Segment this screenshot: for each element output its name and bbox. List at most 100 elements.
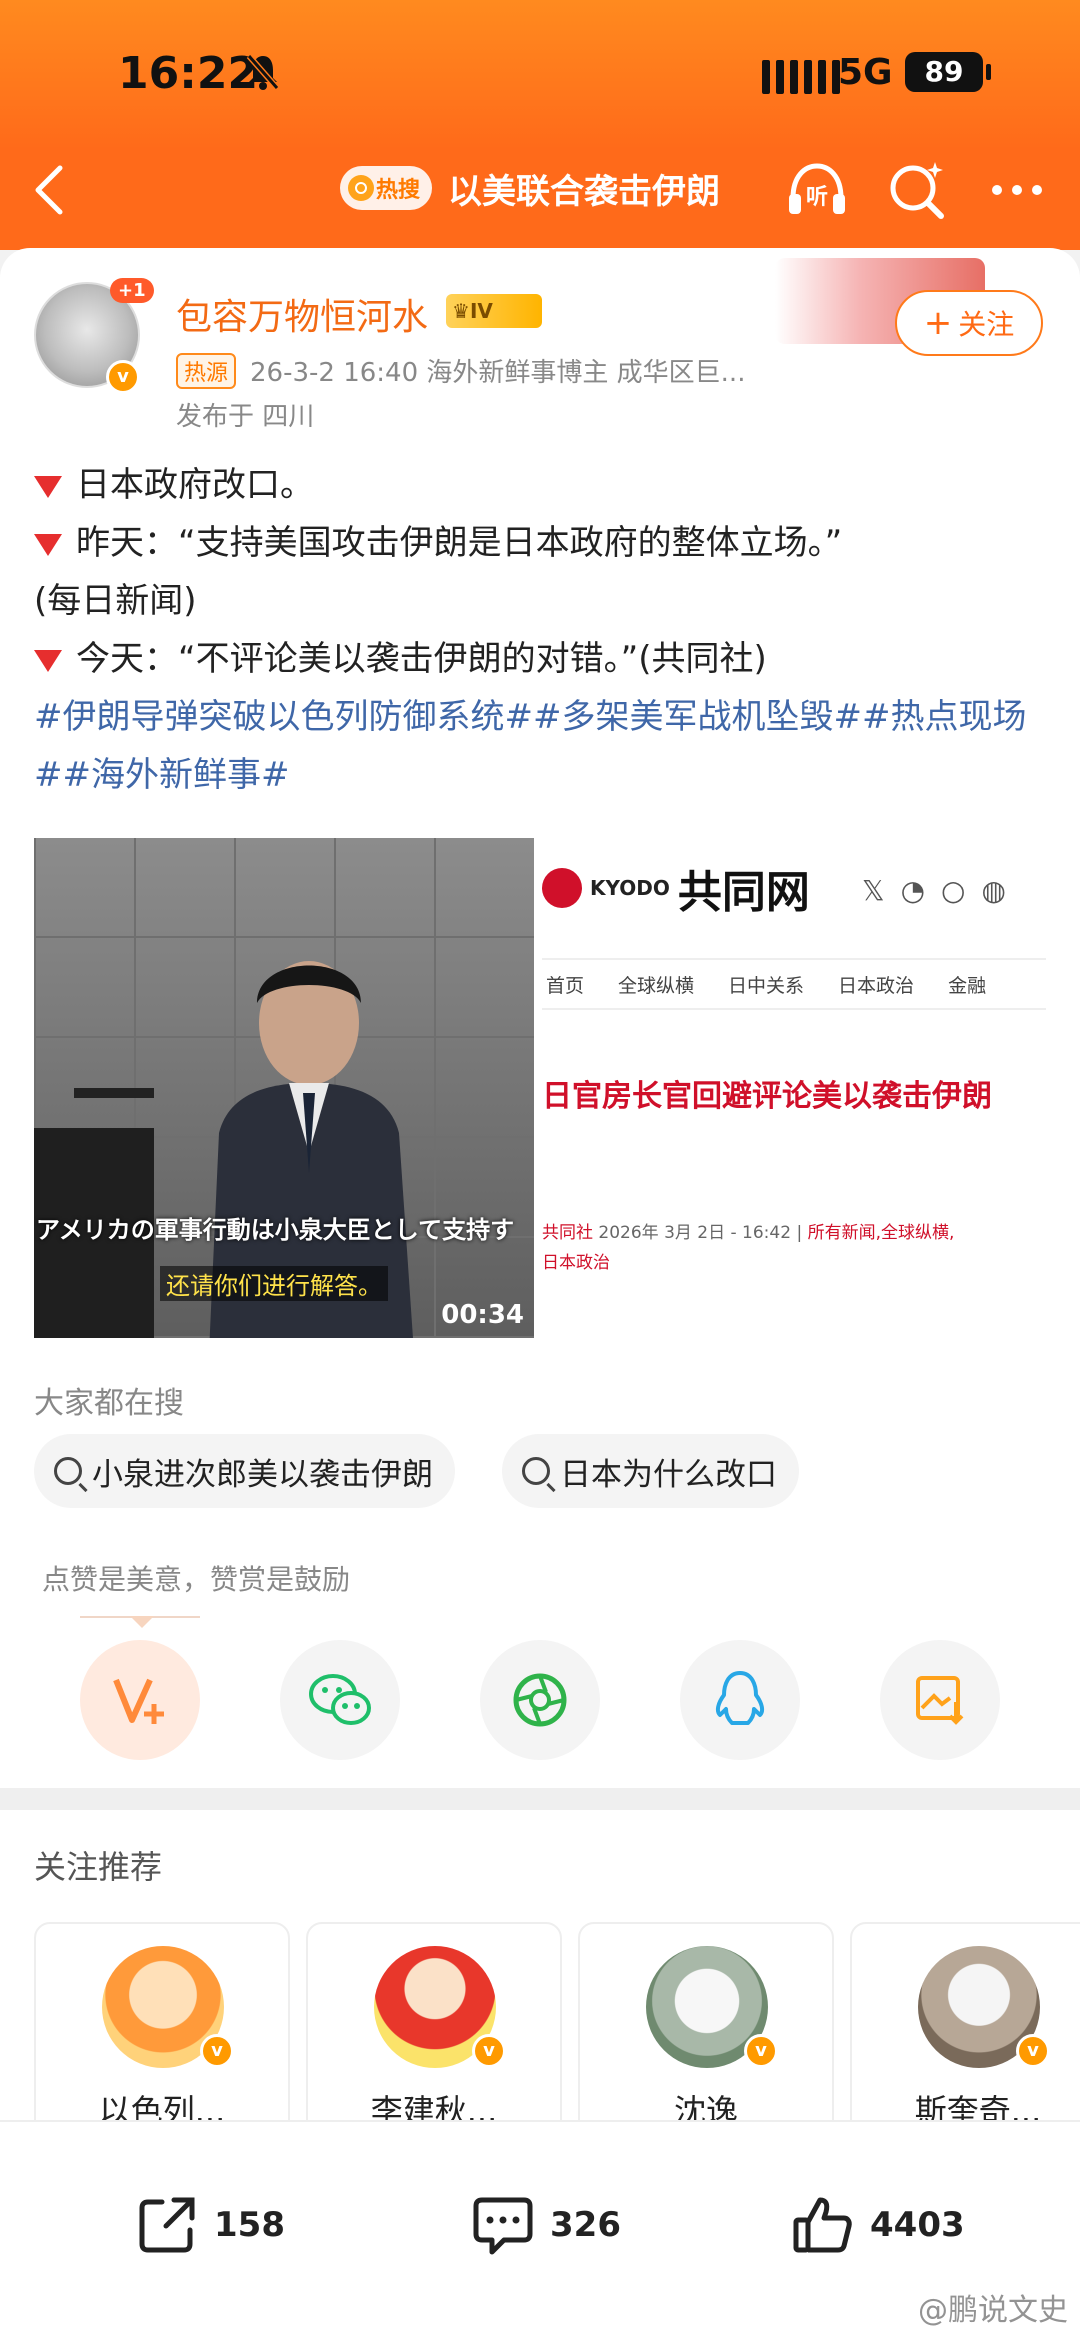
kyodo-nav: 首页 全球纵横 日中关系 日本政治 金融 — [542, 958, 1046, 1010]
reward-v-icon — [113, 1678, 164, 1724]
kyodo-headline: 日官房长官回避评论美以袭击伊朗 — [542, 1079, 992, 1114]
post-meta: 热源 26-3-2 16:40 海外新鲜事博主 成华区巨... — [176, 352, 745, 389]
listen-label: 听 — [806, 185, 828, 210]
kyodo-byline-cats: 所有新闻,全球纵横, — [807, 1223, 955, 1243]
recommend-card[interactable]: v 沈逸 — [578, 1922, 834, 2152]
kyodo-screenshot-image[interactable]: KYODO 共同网 𝕏 ◔ ○ ◍ 首页 全球纵横 日中关系 日本政治 金融 日… — [542, 838, 1046, 1338]
search-chip-label: 小泉进次郎美以袭击伊朗 — [92, 1456, 433, 1493]
search-chip[interactable]: 日本为什么改口 — [502, 1434, 799, 1508]
search-spark-icon[interactable] — [885, 158, 949, 222]
globe-icon: ◍ — [981, 874, 1006, 907]
save-image-icon — [916, 1676, 964, 1725]
save-image-button[interactable] — [880, 1640, 1000, 1760]
rss-icon: ◔ — [900, 874, 925, 907]
hot-search-badge[interactable]: 热搜 — [340, 166, 432, 210]
post-text: 日本政府改口。 昨天：“支持美国攻击伊朗是日本政府的整体立场。” (每日新闻) … — [34, 456, 1044, 804]
watermark: @鹏说文史 — [918, 2293, 1068, 2328]
author-name[interactable]: 包容万物恒河水 — [176, 288, 428, 340]
verified-icon: v — [106, 360, 140, 394]
cell-signal-icon — [762, 60, 840, 94]
search-icon — [54, 1457, 82, 1485]
praise-hint: 点赞是美意，赞赏是鼓励 — [42, 1563, 351, 1596]
moments-aperture-icon — [513, 1673, 567, 1727]
recommend-card[interactable]: v 李建秋... — [306, 1922, 562, 2152]
share-wechat-button[interactable] — [280, 1640, 400, 1760]
trending-search-label: 大家都在搜 — [34, 1386, 184, 1421]
video-subtitle-cn: 还请你们进行解答。 — [160, 1266, 388, 1301]
thumbs-up-icon — [793, 2197, 852, 2253]
header: 16:22 5G 89 热搜 以美联合袭击伊朗 听 — [0, 0, 1080, 250]
bottom-action-bar: 158 326 4403 @鹏说文史 — [0, 2120, 1080, 2341]
mute-bell-icon — [246, 54, 280, 90]
kyodo-logo: KYODO 共同网 — [542, 856, 810, 920]
x-icon: 𝕏 — [862, 874, 885, 907]
verified-icon: v — [1016, 2034, 1050, 2068]
praise-pointer — [130, 1616, 154, 1628]
post-card: +1 v 包容万物恒河水 ♛ IV 热源 26-3-2 16:40 海外新鲜事博… — [0, 248, 1080, 1810]
more-options-icon[interactable] — [985, 158, 1049, 222]
battery-indicator: 89 — [905, 52, 991, 92]
search-chip[interactable]: 小泉进次郎美以袭击伊朗 — [34, 1434, 455, 1508]
hashtag-links[interactable]: #伊朗导弹突破以色列防御系统##多架美军战机坠毁##热点现场##海外新鲜事# — [34, 688, 1044, 804]
plus-icon: + — [923, 303, 953, 343]
kyodo-brand: KYODO — [590, 876, 670, 900]
back-arrow-icon[interactable] — [30, 160, 70, 220]
video-thumbnail[interactable]: アメリカの軍事行動は小泉大臣として支持す 还请你们进行解答。 00:34 — [34, 838, 534, 1338]
kyodo-site-name: 共同网 — [677, 867, 810, 918]
recommend-card[interactable]: v 斯奎奇... — [850, 1922, 1080, 2152]
kyodo-logo-mark — [542, 868, 582, 908]
network-type: 5G — [838, 52, 893, 93]
status-bar: 16:22 5G 89 — [0, 40, 1080, 110]
repost-count: 158 — [214, 2205, 285, 2245]
video-subtitle-jp: アメリカの軍事行動は小泉大臣として支持す — [36, 1216, 515, 1244]
share-arrow-icon — [139, 2197, 195, 2253]
recommend-title: 关注推荐 — [34, 1848, 163, 1886]
member-level-badge[interactable]: ♛ IV — [446, 294, 542, 328]
verified-icon: v — [200, 2034, 234, 2068]
published-location: 发布于 四川 — [176, 402, 315, 432]
comment-bubble-icon — [473, 2197, 533, 2255]
red-triangle-icon — [34, 649, 62, 672]
topic-title[interactable]: 以美联合袭击伊朗 — [448, 164, 720, 213]
section-divider — [0, 1788, 1080, 1810]
hot-source-badge[interactable]: 热源 — [176, 352, 237, 389]
hot-search-icon — [348, 175, 374, 201]
share-qq-button[interactable] — [680, 1640, 800, 1760]
listen-headphones-icon[interactable]: 听 — [785, 158, 849, 222]
member-level-text: IV — [469, 299, 493, 323]
recommend-card[interactable]: v 以色列... — [34, 1922, 290, 2152]
video-duration: 00:34 — [441, 1300, 524, 1330]
kyodo-nav-item: 全球纵横 — [618, 974, 695, 997]
avatar-plus-badge: +1 — [110, 278, 154, 303]
kyodo-icon-row: 𝕏 ◔ ○ ◍ — [862, 874, 1006, 907]
red-triangle-icon — [34, 533, 62, 556]
repost-button[interactable]: 158 — [134, 2192, 285, 2258]
comment-count: 326 — [550, 2205, 621, 2245]
kyodo-nav-item: 金融 — [948, 974, 987, 997]
reward-button[interactable] — [80, 1640, 200, 1760]
kyodo-nav-item: 首页 — [546, 974, 585, 997]
kyodo-nav-item: 日本政治 — [838, 974, 915, 997]
kyodo-byline: 共同社 2026年 3月 2日 - 16:42 | 所有新闻,全球纵横, 日本政… — [542, 1223, 955, 1273]
verified-icon: v — [472, 2034, 506, 2068]
post-line: 昨天：“支持美国攻击伊朗是日本政府的整体立场。” — [34, 514, 1044, 572]
like-button[interactable]: 4403 — [790, 2192, 965, 2258]
share-moments-button[interactable] — [480, 1640, 600, 1760]
follow-button[interactable]: + 关注 — [895, 290, 1043, 356]
kyodo-byline-source: 共同社 — [542, 1223, 593, 1243]
search-chip-label: 日本为什么改口 — [560, 1456, 777, 1493]
kyodo-nav-item: 日中关系 — [728, 974, 805, 997]
media-grid: アメリカの軍事行動は小泉大臣として支持す 还请你们进行解答。 00:34 KYO… — [34, 838, 1046, 1338]
like-count: 4403 — [870, 2205, 965, 2245]
post-line: 日本政府改口。 — [34, 456, 1044, 514]
follow-label: 关注 — [958, 308, 1015, 341]
nav-bar: 热搜 以美联合袭击伊朗 听 — [0, 150, 1080, 230]
comment-button[interactable]: 326 — [470, 2192, 621, 2258]
kyodo-byline-date: 2026年 3月 2日 - 16:42 — [598, 1223, 792, 1243]
status-time: 16:22 — [118, 48, 259, 99]
search-icon — [522, 1457, 550, 1485]
post-line: (每日新闻) — [34, 581, 197, 621]
kyodo-byline-cat2: 日本政治 — [542, 1253, 610, 1273]
hot-search-label: 热搜 — [376, 178, 421, 203]
verified-icon: v — [744, 2034, 778, 2068]
